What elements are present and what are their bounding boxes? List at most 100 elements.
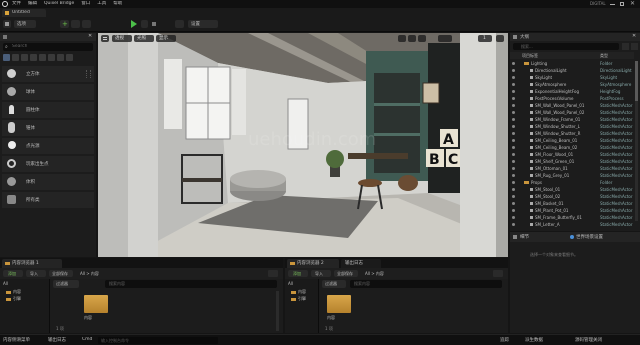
cb1-settings-icon[interactable] <box>268 270 278 277</box>
eye-icon[interactable] <box>512 125 515 128</box>
level-tab[interactable]: Untitled <box>2 9 46 17</box>
outliner-settings-icon[interactable] <box>631 43 638 50</box>
cb1-filter-button[interactable]: 过滤器 <box>53 280 79 288</box>
cb2-save-all-button[interactable]: 全部保存 <box>334 270 358 277</box>
minimize-icon[interactable] <box>610 4 615 5</box>
stop-button[interactable] <box>152 22 156 26</box>
level-viewport[interactable]: A B C 透视 光照 显示 1 uehoudin.com <box>98 33 508 257</box>
settings-button[interactable]: 设置 <box>188 20 218 28</box>
column-type[interactable]: 类型 <box>600 52 608 59</box>
outliner-row[interactable]: SM_Letter_A StaticMeshActor <box>510 221 634 228</box>
outliner-row[interactable]: SM_Frame_Butterfly_01 StaticMeshActor <box>510 214 634 221</box>
save-button[interactable] <box>3 20 11 28</box>
outliner-row[interactable]: PostProcessVolume PostProcess <box>510 95 634 102</box>
outliner-row[interactable]: SM_Stool_01 StaticMeshActor <box>510 186 634 193</box>
cb2-search-input[interactable]: 搜索内容 <box>350 280 502 288</box>
translate-tool-button[interactable] <box>398 35 406 42</box>
eye-icon[interactable] <box>512 195 515 198</box>
actor-item-cube[interactable]: 立方体 <box>2 66 94 82</box>
outliner-close-icon[interactable]: ✕ <box>632 33 636 39</box>
outliner-row[interactable]: DirectionalLight DirectionalLight <box>510 67 634 74</box>
outliner-row[interactable]: SM_Ceiling_Beam_01 StaticMeshActor <box>510 137 634 144</box>
eye-icon[interactable] <box>512 146 515 149</box>
category-lights-icon[interactable] <box>21 54 28 61</box>
cb2-tree-root[interactable]: All <box>288 281 293 286</box>
eye-icon[interactable] <box>512 167 515 170</box>
eye-icon[interactable] <box>512 202 515 205</box>
output-log-tab[interactable]: 输出日志 <box>341 259 381 268</box>
cb2-asset-folder[interactable]: 内容 <box>327 295 353 323</box>
cb1-tree-item[interactable]: 引擎 <box>13 296 21 302</box>
viewport-options-button[interactable] <box>101 35 109 42</box>
lit-button[interactable]: 光照 <box>134 35 154 42</box>
outliner-row[interactable]: ExponentialHeightFog HeightFog <box>510 88 634 95</box>
details-title[interactable]: 细节 <box>520 234 529 240</box>
eye-icon[interactable] <box>512 174 515 177</box>
menu-file[interactable]: 文件 <box>12 1 21 6</box>
actor-item-cylinder[interactable]: 圆柱体 <box>2 102 94 118</box>
eye-icon[interactable] <box>512 90 515 93</box>
outliner-row[interactable]: SM_Floor_Wood_01 StaticMeshActor <box>510 151 634 158</box>
scale-tool-button[interactable] <box>418 35 426 42</box>
outliner-row[interactable]: Props Folder <box>510 179 634 186</box>
outliner-row[interactable]: SM_Plant_Pot_01 StaticMeshActor <box>510 207 634 214</box>
category-visual-icon[interactable] <box>39 54 46 61</box>
category-all-icon[interactable] <box>66 54 73 61</box>
eye-icon[interactable] <box>512 132 515 135</box>
eye-icon[interactable] <box>512 111 515 114</box>
unreal-logo-icon[interactable] <box>2 1 8 7</box>
category-basic-icon[interactable] <box>12 54 19 61</box>
perspective-button[interactable]: 透视 <box>112 35 132 42</box>
outliner-row[interactable]: SM_Basket_01 StaticMeshActor <box>510 200 634 207</box>
cb1-breadcrumb[interactable]: All > 内容 <box>80 270 99 277</box>
cb1-search-input[interactable]: 搜索内容 <box>105 280 277 288</box>
outliner-row[interactable]: SkyAtmosphere SkyAtmosphere <box>510 81 634 88</box>
cb1-tree-item[interactable]: 内容 <box>13 289 21 295</box>
cb1-scrollbar[interactable] <box>276 291 279 331</box>
category-cinematic-icon[interactable] <box>30 54 37 61</box>
outliner-row[interactable]: SM_Stool_02 StaticMeshActor <box>510 193 634 200</box>
cb2-import-button[interactable]: 导入 <box>311 270 331 277</box>
outliner-row[interactable]: Lighting Folder <box>510 60 634 67</box>
cb2-filter-button[interactable]: 过滤器 <box>322 280 346 288</box>
cb2-tab[interactable]: 内容浏览器 2 <box>287 259 339 268</box>
outliner-row[interactable]: SM_Window_Frame_01 StaticMeshActor <box>510 116 634 123</box>
outliner-row[interactable]: SM_Window_Shutter_R StaticMeshActor <box>510 130 634 137</box>
actor-item-sphere[interactable]: 球体 <box>2 84 94 100</box>
outliner-filter-icon[interactable] <box>622 43 629 50</box>
play-button[interactable] <box>131 20 137 28</box>
menu-help[interactable]: 帮助 <box>113 1 122 6</box>
outliner-search[interactable]: 搜索... <box>513 43 619 50</box>
actor-item-point-light[interactable]: 点光源 <box>2 138 94 154</box>
close-icon[interactable]: ✕ <box>630 0 635 7</box>
actor-item-all-classes[interactable]: 所有类 <box>2 192 94 208</box>
step-button[interactable] <box>141 20 148 28</box>
cb2-add-button[interactable]: 添加 <box>288 270 308 277</box>
outliner-row[interactable]: SM_Rug_Grey_01 StaticMeshActor <box>510 172 634 179</box>
menu-tools[interactable]: 工具 <box>97 1 106 6</box>
outliner-row[interactable]: SkyLight SkyLight <box>510 74 634 81</box>
mode-select-button[interactable]: 选项 <box>14 20 36 28</box>
place-actors-search[interactable]: ⌕ Search <box>3 43 93 51</box>
cb1-import-button[interactable]: 导入 <box>26 270 46 277</box>
cb1-save-all-button[interactable]: 全部保存 <box>49 270 73 277</box>
column-label[interactable]: 项目标签 <box>522 52 538 59</box>
actor-item-volume[interactable]: 体积 <box>2 174 94 190</box>
platforms-button[interactable] <box>175 20 184 28</box>
outliner-row[interactable]: SM_Shelf_Green_01 StaticMeshActor <box>510 158 634 165</box>
eye-icon[interactable] <box>512 209 515 212</box>
cinematics-button[interactable] <box>82 20 91 28</box>
eye-icon[interactable] <box>512 83 515 86</box>
world-settings-tab[interactable]: 世界场景设置 <box>576 234 603 240</box>
eye-icon[interactable] <box>512 223 515 226</box>
cb2-tree-item[interactable]: 引擎 <box>298 296 306 302</box>
source-control-button[interactable]: 源码管理关闭 <box>575 337 602 343</box>
trace-button[interactable]: 追踪 <box>500 337 509 343</box>
maximize-viewport-button[interactable] <box>496 35 504 42</box>
actor-item-cone[interactable]: 锥体 <box>2 120 94 136</box>
cb1-add-button[interactable]: 添加 <box>3 270 23 277</box>
outliner-row[interactable]: SM_Wall_Wood_Panel_01 StaticMeshActor <box>510 102 634 109</box>
cb2-breadcrumb[interactable]: All > 内容 <box>365 270 384 277</box>
eye-icon[interactable] <box>512 188 515 191</box>
content-drawer-button[interactable]: 内容侧滑菜单 <box>3 337 30 343</box>
